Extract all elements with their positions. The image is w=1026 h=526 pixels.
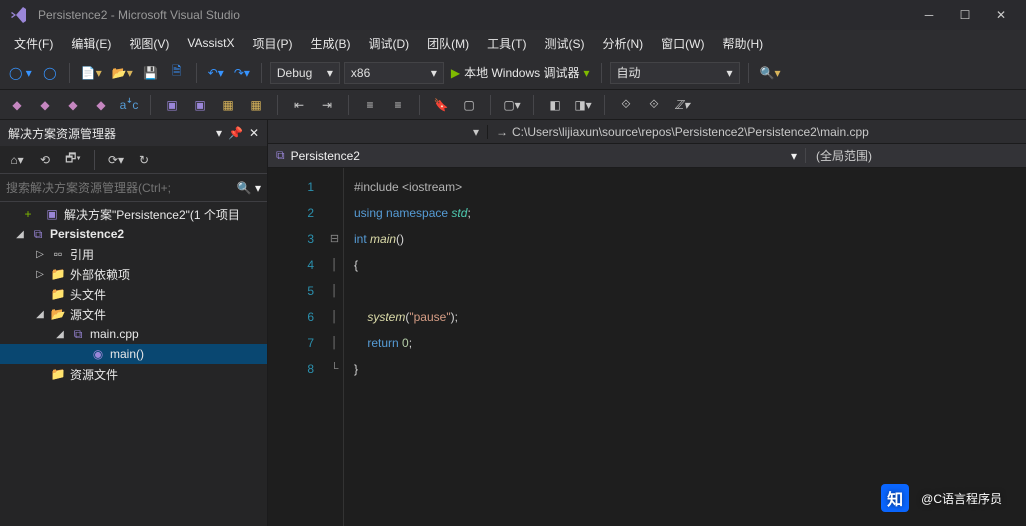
- tb-icon[interactable]: ◆: [34, 94, 56, 116]
- tb-icon[interactable]: ◆: [6, 94, 28, 116]
- tb-icon[interactable]: ▦: [245, 94, 267, 116]
- tb-icon[interactable]: ▢: [458, 94, 480, 116]
- line-numbers: 12345678: [268, 168, 326, 526]
- new-project-icon[interactable]: 📄▾: [78, 62, 105, 84]
- code-lines[interactable]: #include <iostream> using namespace std;…: [344, 168, 1026, 526]
- scope-global[interactable]: (全局范围): [806, 147, 1026, 164]
- outdent-icon[interactable]: ⇤: [288, 94, 310, 116]
- nav-back-icon[interactable]: ◯ ▾: [6, 62, 35, 84]
- chevron-down-icon[interactable]: ▾: [473, 125, 479, 139]
- code-area[interactable]: 12345678 ⊟││││└ #include <iostream> usin…: [268, 168, 1026, 526]
- tb-icon[interactable]: ⟐: [615, 94, 637, 116]
- project-node[interactable]: ◢⧉Persistence2: [0, 224, 267, 244]
- comment-icon[interactable]: ≡: [359, 94, 381, 116]
- sources-node[interactable]: ◢📂源文件: [0, 304, 267, 324]
- watermark: 知 @C语言程序员: [881, 484, 1002, 512]
- collapse-icon[interactable]: ⟲: [34, 149, 56, 171]
- close-button[interactable]: ✕: [984, 2, 1018, 28]
- zhihu-logo-icon: 知: [881, 484, 909, 512]
- code-editor: ▾ → C:\Users\lijiaxun\source\repos\Persis…: [268, 120, 1026, 526]
- menu-tools[interactable]: 工具(T): [479, 32, 534, 55]
- menu-project[interactable]: 项目(P): [244, 32, 300, 55]
- panel-tools: ⌂▾ ⟲ 🗗▾ ⟳▾ ↻: [0, 146, 267, 174]
- start-debug-button[interactable]: ▶ 本地 Windows 调试器 ▾: [448, 62, 593, 84]
- titlebar: Persistence2 - Microsoft Visual Studio ─…: [0, 0, 1026, 30]
- file-path[interactable]: C:\Users\lijiaxun\source\repos\Persisten…: [512, 125, 869, 139]
- open-icon[interactable]: 📂▾: [109, 62, 136, 84]
- home-icon[interactable]: ⌂▾: [6, 149, 28, 171]
- show-all-icon[interactable]: 🗗▾: [62, 149, 84, 171]
- menu-view[interactable]: 视图(V): [121, 32, 177, 55]
- sync-icon[interactable]: ⟳▾: [105, 149, 127, 171]
- tb-icon[interactable]: ◨▾: [572, 94, 594, 116]
- menu-edit[interactable]: 编辑(E): [63, 32, 119, 55]
- menu-analyze[interactable]: 分析(N): [594, 32, 651, 55]
- panel-dropdown-icon[interactable]: ▾: [216, 126, 222, 140]
- tb-icon[interactable]: ▢▾: [501, 94, 523, 116]
- maximize-button[interactable]: ☐: [948, 2, 982, 28]
- nav-fwd-icon[interactable]: ◯: [39, 62, 61, 84]
- search-input[interactable]: [6, 181, 237, 195]
- menu-team[interactable]: 团队(M): [419, 32, 477, 55]
- menu-window[interactable]: 窗口(W): [653, 32, 712, 55]
- menu-help[interactable]: 帮助(H): [714, 32, 771, 55]
- tb-icon[interactable]: ▦: [217, 94, 239, 116]
- tb-icon[interactable]: ◆: [62, 94, 84, 116]
- main-toolbar: ◯ ▾ ◯ 📄▾ 📂▾ 💾 🗎 ↶▾ ↷▾ Debug▾ x86▾ ▶ 本地 W…: [0, 56, 1026, 90]
- panel-title: 解决方案资源管理器: [8, 125, 116, 142]
- tb-icon[interactable]: aꜜc: [118, 94, 140, 116]
- undo-icon[interactable]: ↶▾: [205, 62, 227, 84]
- find-in-files-icon[interactable]: 🔍▾: [757, 62, 784, 84]
- save-icon[interactable]: 💾: [140, 62, 162, 84]
- bookmark-icon[interactable]: 🔖: [430, 94, 452, 116]
- main-cpp-node[interactable]: ◢⧉main.cpp: [0, 324, 267, 344]
- platform-dropdown[interactable]: x86▾: [344, 62, 444, 84]
- vs-logo-icon: [8, 4, 30, 26]
- breadcrumb-bar: ▾ → C:\Users\lijiaxun\source\repos\Persis…: [268, 120, 1026, 144]
- menubar: 文件(F) 编辑(E) 视图(V) VAssistX 项目(P) 生成(B) 调…: [0, 30, 1026, 56]
- tb-icon[interactable]: ℤ▾: [671, 94, 693, 116]
- auto-dropdown[interactable]: 自动▾: [610, 62, 740, 84]
- indent-icon[interactable]: ⇥: [316, 94, 338, 116]
- uncomment-icon[interactable]: ≡: [387, 94, 409, 116]
- search-icon[interactable]: 🔍 ▾: [237, 181, 261, 195]
- tb-icon[interactable]: ◆: [90, 94, 112, 116]
- search-box[interactable]: 🔍 ▾: [0, 174, 267, 202]
- config-dropdown[interactable]: Debug▾: [270, 62, 340, 84]
- tb-icon[interactable]: ▣: [161, 94, 183, 116]
- references-node[interactable]: ▷▫▫引用: [0, 244, 267, 264]
- scope-project[interactable]: ⧉Persistence2▾: [268, 148, 806, 163]
- headers-node[interactable]: 📁头文件: [0, 284, 267, 304]
- tb-icon[interactable]: ◧: [544, 94, 566, 116]
- solution-explorer: 解决方案资源管理器 ▾ 📌 ✕ ⌂▾ ⟲ 🗗▾ ⟳▾ ↻ 🔍 ▾ +▣解决方案"…: [0, 120, 268, 526]
- pin-icon[interactable]: 📌: [228, 126, 243, 140]
- menu-vassistx[interactable]: VAssistX: [179, 33, 242, 53]
- secondary-toolbar: ◆ ◆ ◆ ◆ aꜜc ▣ ▣ ▦ ▦ ⇤ ⇥ ≡ ≡ 🔖 ▢ ▢▾ ◧ ◨▾ …: [0, 90, 1026, 120]
- solution-tree: +▣解决方案"Persistence2"(1 个项目 ◢⧉Persistence…: [0, 202, 267, 526]
- window-title: Persistence2 - Microsoft Visual Studio: [38, 8, 240, 22]
- menu-build[interactable]: 生成(B): [302, 32, 358, 55]
- fold-gutter[interactable]: ⊟││││└: [326, 168, 344, 526]
- redo-icon[interactable]: ↷▾: [231, 62, 253, 84]
- panel-header: 解决方案资源管理器 ▾ 📌 ✕: [0, 120, 267, 146]
- resources-node[interactable]: 📁资源文件: [0, 364, 267, 384]
- minimize-button[interactable]: ─: [912, 2, 946, 28]
- panel-close-icon[interactable]: ✕: [249, 126, 259, 140]
- arrow-icon: →: [496, 125, 508, 139]
- tb-icon[interactable]: ⟐: [643, 94, 665, 116]
- menu-test[interactable]: 测试(S): [536, 32, 592, 55]
- menu-file[interactable]: 文件(F): [6, 32, 61, 55]
- menu-debug[interactable]: 调试(D): [360, 32, 417, 55]
- external-deps-node[interactable]: ▷📁外部依赖项: [0, 264, 267, 284]
- refresh-icon[interactable]: ↻: [133, 149, 155, 171]
- solution-node[interactable]: +▣解决方案"Persistence2"(1 个项目: [0, 204, 267, 224]
- scope-bar: ⧉Persistence2▾ (全局范围): [268, 144, 1026, 168]
- tb-icon[interactable]: ▣: [189, 94, 211, 116]
- save-all-icon[interactable]: 🗎: [166, 62, 188, 84]
- main-fn-node[interactable]: ◉main(): [0, 344, 267, 364]
